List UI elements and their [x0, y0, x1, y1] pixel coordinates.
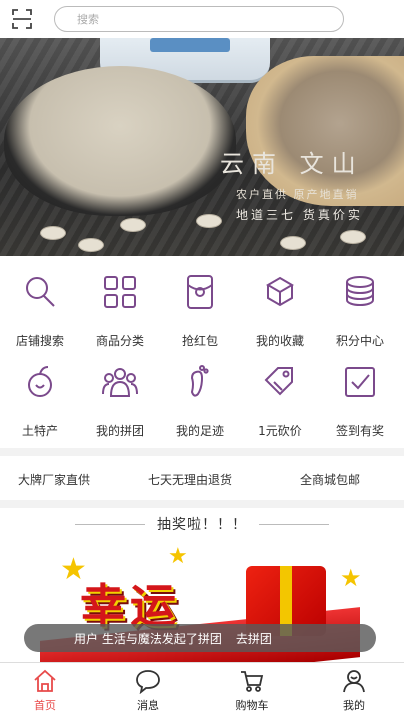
- grid-item-label: 我的拼团: [95, 424, 144, 438]
- basket-image: [246, 56, 404, 206]
- grid-item-label: 商品分类: [95, 334, 144, 348]
- points-icon: [346, 276, 374, 307]
- shop-search-icon: [26, 277, 55, 307]
- lottery-heading: 抽奖啦！！！: [157, 517, 247, 533]
- pill-image: [120, 218, 146, 232]
- bowl-image: [4, 66, 236, 216]
- scan-icon[interactable]: [8, 5, 36, 33]
- home-icon: [34, 669, 56, 692]
- tab-messages[interactable]: 消息: [108, 663, 188, 716]
- pill-image: [340, 230, 366, 244]
- favorites-icon: [266, 276, 294, 307]
- service-promises: 大牌厂家直供 七天无理由退货 全商城包邮: [0, 458, 404, 500]
- profile-icon: [343, 670, 365, 693]
- grid-item-points[interactable]: 积分中心: [320, 264, 400, 352]
- search-input[interactable]: 搜索: [54, 6, 344, 32]
- banner-line1: 农户直供 原产地直销: [236, 188, 359, 201]
- grid-item-label: 我的收藏: [255, 334, 304, 348]
- grid-item-label: 签到有奖: [335, 424, 384, 438]
- bottom-tab-bar: 首页 消息 购物车 我的: [0, 662, 404, 716]
- grid-item-group-buy[interactable]: 我的拼团: [80, 354, 160, 442]
- pill-image: [280, 236, 306, 250]
- tab-label: 消息: [137, 699, 159, 712]
- red-packet-icon: [187, 275, 213, 309]
- top-bar: 搜索: [0, 0, 404, 38]
- tab-home[interactable]: 首页: [5, 663, 85, 716]
- banner-line2: 地道三七 货真价实: [236, 208, 363, 222]
- tab-label: 我的: [343, 699, 365, 712]
- grid-item-shop-search[interactable]: 店铺搜索: [0, 264, 80, 352]
- cart-icon: [241, 671, 264, 692]
- grid-item-red-packet[interactable]: 抢红包: [160, 264, 240, 352]
- section-divider: [0, 500, 404, 508]
- section-divider: [0, 448, 404, 456]
- group-buy-icon: [102, 368, 138, 397]
- tab-label: 首页: [34, 699, 56, 712]
- pill-image: [40, 226, 66, 240]
- grid-item-footprint[interactable]: 我的足迹: [160, 354, 240, 442]
- grid-item-label: 土特产: [21, 424, 58, 438]
- lottery-banner[interactable]: ★ ★ ★ 幸运 用户 生活与魔法发起了拼团 去拼团: [0, 544, 404, 662]
- grid-item-favorites[interactable]: 我的收藏: [240, 264, 320, 352]
- grid-item-category[interactable]: 商品分类: [80, 264, 160, 352]
- grid-item-checkin[interactable]: 签到有奖: [320, 354, 400, 442]
- lottery-header: 抽奖啦！！！: [0, 508, 404, 540]
- grid-item-label: 积分中心: [335, 334, 384, 348]
- promise-item: 全商城包邮: [300, 472, 361, 487]
- bargain-tag-icon: [264, 367, 293, 396]
- promise-item: 大牌厂家直供: [18, 472, 91, 487]
- search-placeholder: 搜索: [77, 13, 99, 26]
- message-icon: [136, 670, 160, 694]
- footprint-icon: [190, 365, 209, 397]
- tab-label: 购物车: [235, 699, 269, 712]
- star-icon: ★: [168, 544, 188, 569]
- star-icon: ★: [340, 564, 362, 592]
- category-icon: [104, 276, 136, 308]
- toast-action[interactable]: 去拼团: [236, 630, 272, 647]
- pill-image: [78, 238, 104, 252]
- group-buy-toast[interactable]: 用户 生活与魔法发起了拼团 去拼团: [24, 624, 376, 652]
- checkin-icon: [345, 367, 375, 397]
- toast-message: 用户 生活与魔法发起了拼团: [74, 631, 222, 646]
- grid-item-local-specialty[interactable]: 土特产: [0, 354, 80, 442]
- pill-image: [196, 214, 222, 228]
- promise-item: 七天无理由退货: [148, 472, 233, 487]
- feature-grid: 店铺搜索 商品分类 抢红包 我的收藏 积分中心 土特产 我的拼团 我的足迹 1元…: [0, 264, 404, 444]
- grid-item-label: 我的足迹: [175, 424, 224, 438]
- divider-line: [259, 523, 329, 525]
- grid-item-label: 抢红包: [181, 334, 218, 348]
- grid-item-bargain[interactable]: 1元砍价: [240, 354, 320, 442]
- hero-banner[interactable]: 云南 文山 农户直供 原产地直销 地道三七 货真价实: [0, 38, 404, 256]
- grid-item-label: 店铺搜索: [15, 334, 64, 348]
- tab-profile[interactable]: 我的: [314, 663, 394, 716]
- tab-cart[interactable]: 购物车: [212, 663, 292, 716]
- grid-item-label: 1元砍价: [258, 424, 302, 438]
- banner-title: 云南 文山: [220, 150, 364, 178]
- divider-line: [75, 523, 145, 525]
- local-specialty-icon: [28, 366, 52, 397]
